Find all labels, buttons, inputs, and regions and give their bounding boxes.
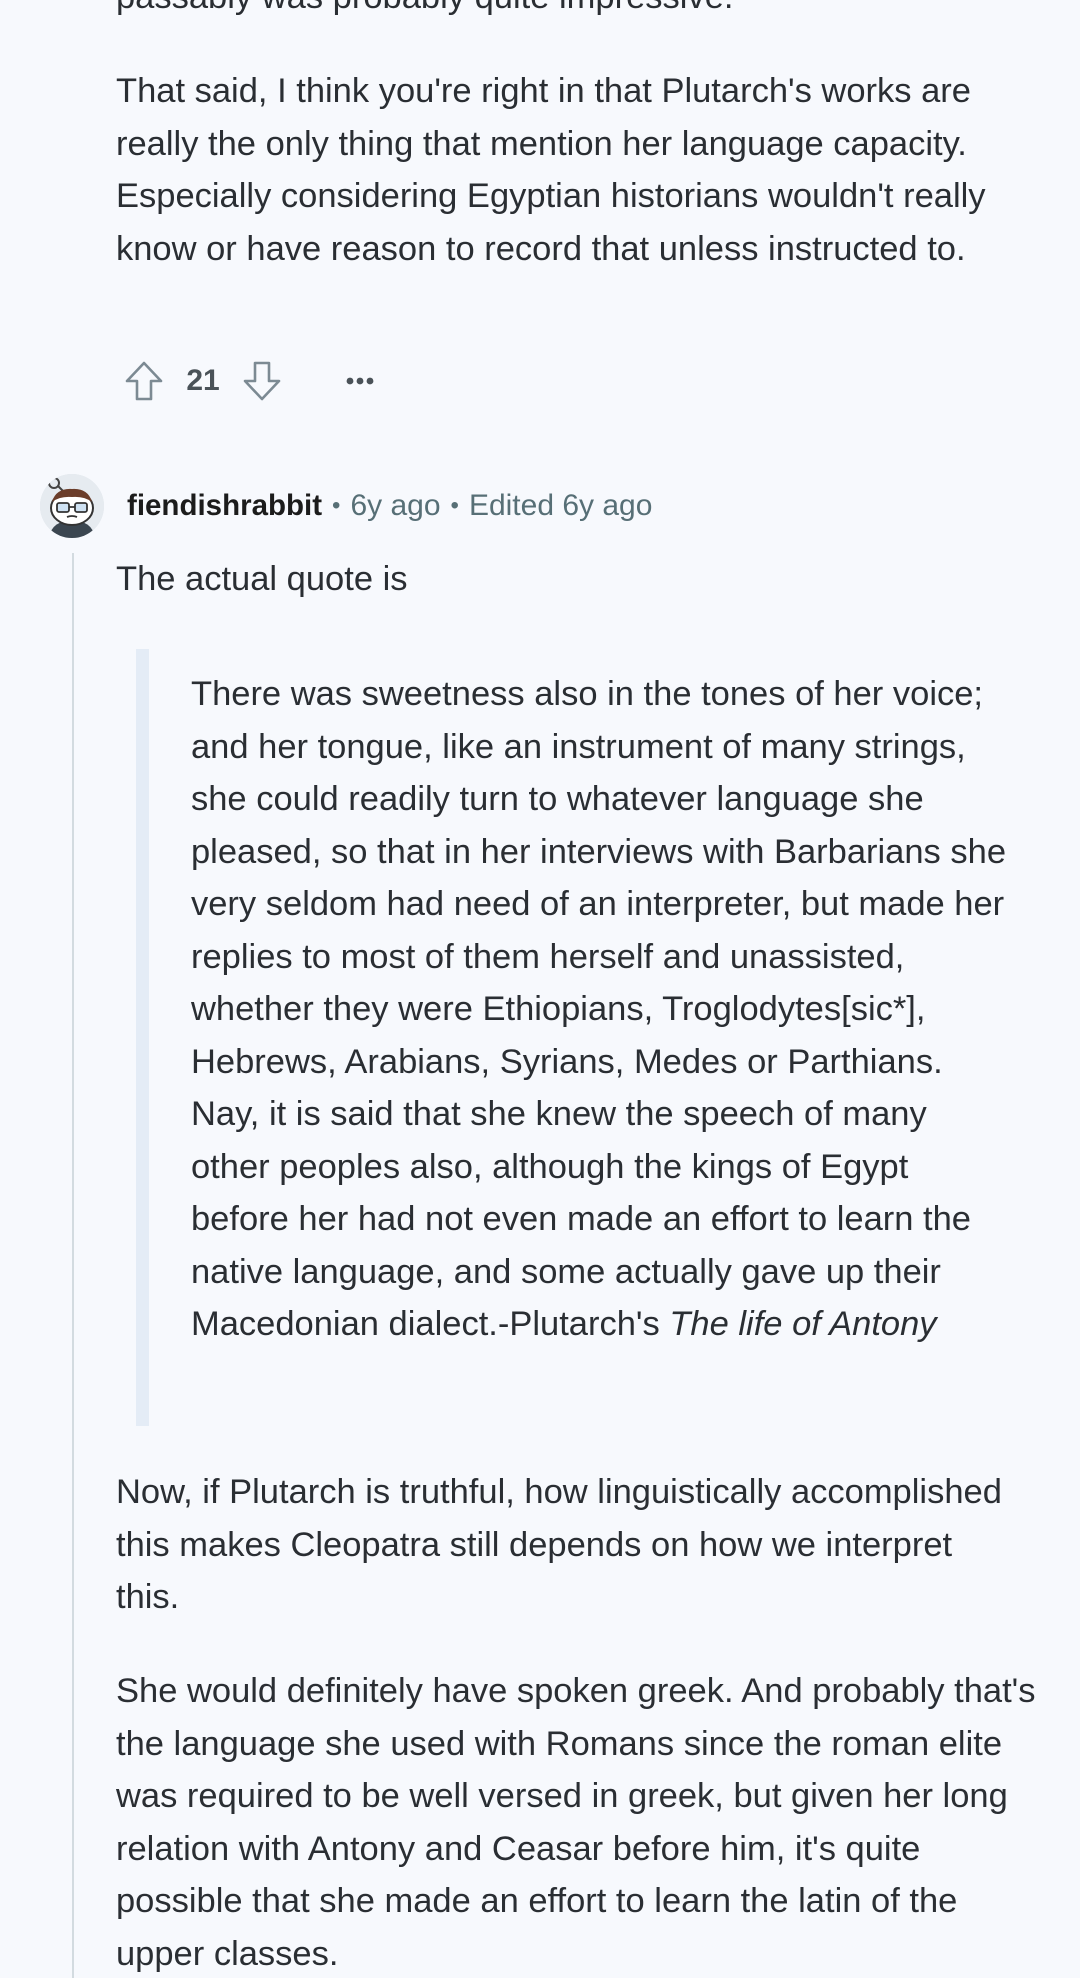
comment-author[interactable]: fiendishrabbit: [127, 489, 322, 523]
ellipsis-icon: [346, 377, 374, 385]
comment-intro: The actual quote is: [116, 560, 408, 598]
more-options-button[interactable]: [334, 355, 386, 407]
upvote-button[interactable]: [116, 355, 172, 407]
vote-count: 21: [186, 364, 220, 397]
blockquote: There was sweetness also in the tones of…: [191, 668, 1011, 1351]
blockquote-text: There was sweetness also in the tones of…: [191, 675, 1007, 1343]
blockquote-source: The life of Antony: [669, 1305, 937, 1343]
arrow-up-outline-icon: [125, 361, 163, 401]
comment-edited-label: Edited 6y ago: [468, 489, 653, 522]
snoo-avatar-icon: [40, 474, 104, 538]
meta-separator: •: [332, 492, 341, 519]
meta-separator: •: [450, 492, 459, 519]
previous-comment-paragraph: That said, I think you're right in that …: [116, 72, 986, 268]
avatar[interactable]: [40, 474, 104, 538]
comment-paragraph-2: Now, if Plutarch is truthful, how lingui…: [116, 1473, 1002, 1616]
comment-action-bar: 21: [116, 355, 386, 407]
comment-paragraph-3: She would definitely have spoken greek. …: [116, 1672, 1036, 1973]
previous-comment-tail: passably was probably quite impressive.: [116, 0, 1036, 24]
blockquote-bar: [136, 649, 149, 1426]
arrow-down-outline-icon: [243, 361, 281, 401]
comment-timestamp[interactable]: 6y ago: [350, 489, 440, 523]
comment-meta: fiendishrabbit • 6y ago • Edited 6y ago: [127, 482, 652, 530]
thread-line[interactable]: [72, 553, 74, 1978]
downvote-button[interactable]: [234, 355, 290, 407]
